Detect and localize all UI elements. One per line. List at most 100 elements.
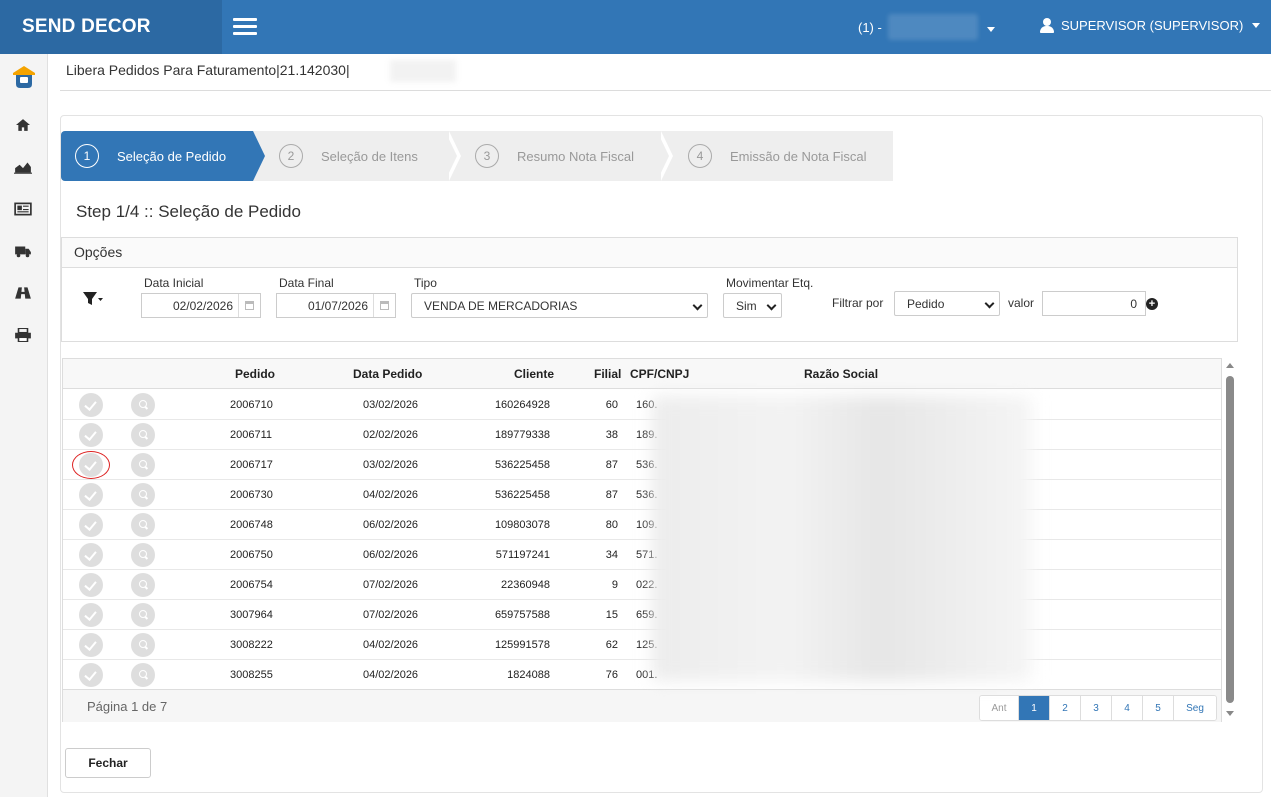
wizard-step-3[interactable]: 3 Resumo Nota Fiscal <box>475 131 661 181</box>
select-check-icon[interactable] <box>79 573 103 597</box>
valor-input[interactable]: 0 <box>1042 291 1146 316</box>
movimentar-select[interactable]: Sim <box>723 293 782 318</box>
cell-data: 06/02/2026 <box>363 519 419 531</box>
table-row[interactable]: 2006750 06/02/2026 571197241 34 571. <box>63 540 1221 570</box>
cell-data: 03/02/2026 <box>363 459 419 471</box>
step-arrow <box>253 131 265 181</box>
pager-page-3[interactable]: 3 <box>1081 696 1112 720</box>
plus-circle-icon[interactable]: + <box>1146 298 1158 310</box>
column-header-filial[interactable]: Filial <box>594 367 621 381</box>
company-selector-label[interactable]: (1) - <box>858 20 882 35</box>
select-check-icon[interactable] <box>79 513 103 537</box>
pager-page-2[interactable]: 2 <box>1050 696 1081 720</box>
user-menu[interactable]: SUPERVISOR (SUPERVISOR) <box>1040 18 1261 33</box>
select-check-icon[interactable] <box>79 663 103 687</box>
calendar-icon[interactable] <box>238 294 260 317</box>
fechar-button[interactable]: Fechar <box>65 748 151 778</box>
select-check-icon[interactable] <box>79 393 103 417</box>
table-row[interactable]: 2006730 04/02/2026 536225458 87 536. <box>63 480 1221 510</box>
table-header: Pedido Data Pedido Cliente Filial CPF/CN… <box>63 359 1221 389</box>
brand-logo[interactable]: SEND DECOR <box>0 0 222 54</box>
search-icon[interactable] <box>131 453 155 477</box>
truck-icon[interactable] <box>14 244 32 258</box>
pager-page-5[interactable]: 5 <box>1143 696 1174 720</box>
table-row[interactable]: 3008222 04/02/2026 125991578 62 125. <box>63 630 1221 660</box>
select-check-icon[interactable] <box>79 423 103 447</box>
search-icon[interactable] <box>131 543 155 567</box>
pager-next[interactable]: Seg <box>1174 696 1216 720</box>
cell-filial: 76 <box>605 669 618 681</box>
app-logo-icon[interactable] <box>11 64 37 90</box>
scroll-up-icon[interactable] <box>1226 363 1234 368</box>
select-check-icon[interactable] <box>79 483 103 507</box>
table-row[interactable]: 3007964 07/02/2026 659757588 15 659. <box>63 600 1221 630</box>
wizard-step-2[interactable]: 2 Seleção de Itens <box>279 131 449 181</box>
table-row[interactable]: 3008255 04/02/2026 1824088 76 001. <box>63 660 1221 690</box>
page-info: Página 1 de 7 <box>87 699 168 714</box>
chevron-down-icon <box>984 298 995 309</box>
wizard-step-1[interactable]: 1 Seleção de Pedido <box>61 131 253 181</box>
column-header-razao-social[interactable]: Razão Social <box>804 367 878 381</box>
scrollbar-thumb[interactable] <box>1226 376 1234 703</box>
select-check-icon[interactable] <box>79 543 103 567</box>
step-number: 2 <box>279 144 303 168</box>
search-icon[interactable] <box>131 393 155 417</box>
company-name-redacted <box>888 14 978 40</box>
options-panel: Opções <box>61 237 1238 342</box>
chevron-down-icon <box>1252 23 1261 28</box>
data-final-field[interactable]: 01/07/2026 <box>276 293 396 318</box>
filter-icon[interactable] <box>82 290 104 308</box>
cell-cliente: 22360948 <box>501 579 550 591</box>
wizard-step-4[interactable]: 4 Emissão de Nota Fiscal <box>688 131 893 181</box>
cell-filial: 87 <box>605 459 618 471</box>
table-row[interactable]: 2006748 06/02/2026 109803078 80 109. <box>63 510 1221 540</box>
pager-page-1[interactable]: 1 <box>1019 696 1050 720</box>
step-number: 4 <box>688 144 712 168</box>
pager-page-4[interactable]: 4 <box>1112 696 1143 720</box>
calendar-icon[interactable] <box>373 294 395 317</box>
column-header-data-pedido[interactable]: Data Pedido <box>353 367 422 381</box>
newspaper-icon[interactable] <box>14 202 32 216</box>
select-check-icon[interactable] <box>79 603 103 627</box>
table-row[interactable]: 2006717 03/02/2026 536225458 87 536. <box>63 450 1221 480</box>
search-icon[interactable] <box>131 633 155 657</box>
search-icon[interactable] <box>131 603 155 627</box>
cell-pedido: 3007964 <box>230 609 273 621</box>
table-row[interactable]: 2006711 02/02/2026 189779338 38 189. <box>63 420 1221 450</box>
valor-value: 0 <box>1130 296 1137 311</box>
page-title: Libera Pedidos Para Faturamento|21.14203… <box>66 62 350 78</box>
cell-pedido: 3008222 <box>230 639 273 651</box>
divider <box>60 90 1271 91</box>
scrollbar[interactable] <box>1224 360 1236 720</box>
search-icon[interactable] <box>131 573 155 597</box>
column-header-cpf-cnpj[interactable]: CPF/CNPJ <box>630 367 689 381</box>
search-icon[interactable] <box>131 483 155 507</box>
step-label: Resumo Nota Fiscal <box>517 148 635 164</box>
data-final-label: Data Final <box>279 276 334 290</box>
search-icon[interactable] <box>131 513 155 537</box>
cell-filial: 9 <box>611 579 618 591</box>
tipo-select[interactable]: VENDA DE MERCADORIAS <box>411 293 708 318</box>
search-icon[interactable] <box>131 423 155 447</box>
scroll-down-icon[interactable] <box>1226 711 1234 716</box>
pagination: Ant 1 2 3 4 5 Seg <box>979 695 1217 721</box>
step-label: Seleção de Itens <box>321 148 418 164</box>
user-name: SUPERVISOR (SUPERVISOR) <box>1061 18 1244 33</box>
area-chart-icon[interactable] <box>14 160 32 174</box>
table-row[interactable]: 2006710 03/02/2026 160264928 60 160. <box>63 390 1221 420</box>
data-inicial-field[interactable]: 02/02/2026 <box>141 293 261 318</box>
home-icon[interactable] <box>14 118 32 132</box>
column-header-pedido[interactable]: Pedido <box>235 367 275 381</box>
column-header-cliente[interactable]: Cliente <box>514 367 554 381</box>
redacted-area <box>652 396 1032 681</box>
chevron-down-icon[interactable] <box>987 27 995 32</box>
road-icon[interactable] <box>14 286 32 300</box>
menu-toggle-icon[interactable] <box>233 18 257 35</box>
table-row[interactable]: 2006754 07/02/2026 22360948 9 022. <box>63 570 1221 600</box>
pager-prev[interactable]: Ant <box>980 696 1019 720</box>
search-icon[interactable] <box>131 663 155 687</box>
print-icon[interactable] <box>14 328 32 342</box>
select-check-icon[interactable] <box>79 633 103 657</box>
filtrar-select[interactable]: Pedido <box>894 291 1000 316</box>
cell-pedido: 2006710 <box>230 399 273 411</box>
